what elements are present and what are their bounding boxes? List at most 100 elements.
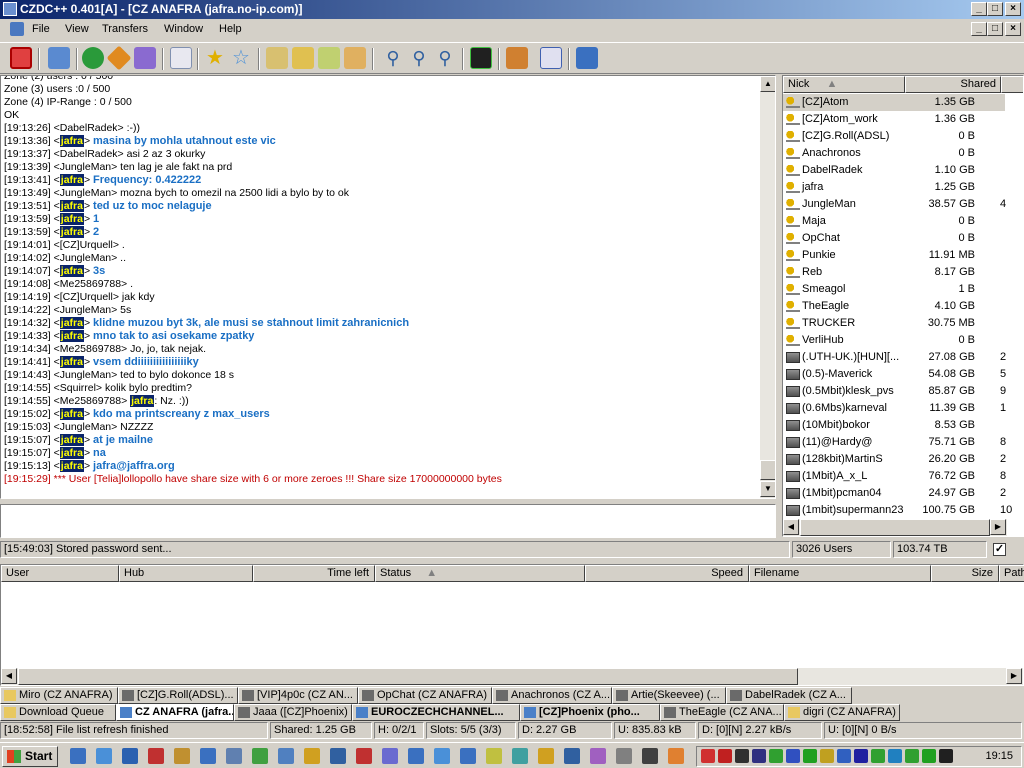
user-row[interactable]: VerliHub 0 B bbox=[783, 332, 1005, 349]
window-tab[interactable]: Miro (CZ ANAFRA) bbox=[0, 687, 118, 704]
public-hubs-icon[interactable] bbox=[48, 47, 70, 69]
tray-icon[interactable] bbox=[922, 749, 936, 763]
tray-icon[interactable] bbox=[939, 749, 953, 763]
user-row[interactable]: (1mbit)supermann23 100.75 GB 10 bbox=[783, 502, 1012, 519]
settings-icon[interactable] bbox=[540, 47, 562, 69]
menu-view[interactable]: View bbox=[65, 23, 89, 35]
user-row[interactable]: DabelRadek 1.10 GB bbox=[783, 162, 1005, 179]
app-icon[interactable] bbox=[512, 748, 528, 764]
hscroll-thumb[interactable] bbox=[18, 668, 798, 685]
user-row[interactable]: (0.6Mbs)karneval 11.39 GB 1 bbox=[783, 400, 1006, 417]
child-window-icon[interactable] bbox=[10, 22, 24, 36]
desktop-icon[interactable] bbox=[70, 748, 86, 764]
app-icon[interactable] bbox=[590, 748, 606, 764]
window-tab[interactable]: DabelRadek (CZ A... bbox=[726, 687, 852, 704]
clock[interactable]: 19:15 bbox=[985, 750, 1013, 762]
tray-icon[interactable] bbox=[786, 749, 800, 763]
pen-icon[interactable] bbox=[382, 748, 398, 764]
app-icon[interactable] bbox=[408, 748, 424, 764]
scroll-down-button[interactable]: ▼ bbox=[760, 481, 775, 497]
app-icon[interactable] bbox=[668, 748, 684, 764]
chat-nick-highlight[interactable]: jafra bbox=[59, 265, 84, 277]
notepad-icon[interactable] bbox=[576, 47, 598, 69]
app-icon[interactable] bbox=[330, 748, 346, 764]
userlist-toggle-checkbox[interactable]: ✓ bbox=[993, 543, 1006, 556]
chat-nick-highlight[interactable]: jafra bbox=[59, 434, 84, 446]
chat-nick-highlight[interactable]: jafra bbox=[130, 395, 155, 407]
scroll-left-button[interactable]: ◀ bbox=[783, 519, 799, 535]
tray-icon[interactable] bbox=[820, 749, 834, 763]
user-row[interactable]: JungleMan 38.57 GB 4 bbox=[783, 196, 1006, 213]
open-file-list-icon[interactable] bbox=[506, 47, 528, 69]
search-icon[interactable]: ⚲ bbox=[382, 47, 404, 69]
chat-nick-highlight[interactable]: jafra bbox=[59, 135, 84, 147]
user-row[interactable]: OpChat 0 B bbox=[783, 230, 1005, 247]
chat-scrollbar[interactable]: ▲ ▼ bbox=[759, 76, 775, 498]
app-icon[interactable] bbox=[278, 748, 294, 764]
tray-icon[interactable] bbox=[769, 749, 783, 763]
upload-queue-icon[interactable] bbox=[318, 47, 340, 69]
chat-nick-highlight[interactable]: jafra bbox=[59, 460, 84, 472]
column-hub[interactable]: Hub bbox=[119, 565, 253, 582]
column-path[interactable]: Path bbox=[999, 565, 1024, 582]
tray-icon[interactable] bbox=[837, 749, 851, 763]
scroll-right-button[interactable]: ▶ bbox=[990, 519, 1006, 535]
column-time-left[interactable]: Time left bbox=[253, 565, 375, 582]
user-row[interactable]: Maja 0 B bbox=[783, 213, 1005, 230]
tray-icon[interactable] bbox=[803, 749, 817, 763]
download-queue-icon[interactable] bbox=[266, 47, 288, 69]
user-row[interactable]: TRUCKER 30.75 MB bbox=[783, 315, 1005, 332]
user-row[interactable]: (11)@Hardy@ 75.71 GB 8 bbox=[783, 434, 1006, 451]
tray-icon[interactable] bbox=[718, 749, 732, 763]
user-row[interactable]: (0.5)-Maverick 54.08 GB 5 bbox=[783, 366, 1006, 383]
transfers-panel[interactable]: User Hub Time left Status ▲ Speed Filena… bbox=[0, 564, 1024, 686]
start-button[interactable]: Start bbox=[2, 746, 58, 767]
transfers-hscrollbar[interactable]: ◀ ▶ bbox=[1, 668, 1023, 685]
app-icon[interactable] bbox=[616, 748, 632, 764]
save-icon[interactable] bbox=[356, 748, 372, 764]
chat-nick-highlight[interactable]: jafra bbox=[59, 330, 84, 342]
menu-window[interactable]: Window bbox=[164, 23, 203, 35]
window-tab[interactable]: Anachronos (CZ A... bbox=[492, 687, 612, 704]
window-tab[interactable]: digri (CZ ANAFRA) bbox=[784, 704, 900, 721]
window-tab[interactable]: EUROCZECHCHANNEL... bbox=[352, 704, 520, 721]
userlist-hscrollbar[interactable]: ◀ ▶ bbox=[783, 519, 1007, 536]
reconnect-icon[interactable] bbox=[82, 47, 104, 69]
column-shared[interactable]: Shared bbox=[905, 76, 1001, 93]
finished-downloads-icon[interactable] bbox=[292, 47, 314, 69]
chat-nick-highlight[interactable]: jafra bbox=[59, 356, 84, 368]
ie-icon[interactable] bbox=[96, 748, 112, 764]
ie-icon[interactable] bbox=[460, 748, 476, 764]
column-nick[interactable]: Nick ▲ bbox=[783, 76, 905, 93]
minimize-button[interactable]: _ bbox=[971, 2, 987, 16]
user-row[interactable]: Punkie 11.91 MB bbox=[783, 247, 1005, 264]
column-filename[interactable]: Filename bbox=[749, 565, 931, 582]
chat-nick-highlight[interactable]: jafra bbox=[59, 408, 84, 420]
network-stats-icon[interactable] bbox=[470, 47, 492, 69]
finished-uploads-icon[interactable] bbox=[344, 47, 366, 69]
user-row[interactable]: [CZ]G.Roll(ADSL) 0 B bbox=[783, 128, 1005, 145]
window-tab[interactable]: Download Queue bbox=[0, 704, 116, 721]
app-icon[interactable] bbox=[538, 748, 554, 764]
pen-icon[interactable] bbox=[174, 748, 190, 764]
close-button[interactable]: × bbox=[1005, 2, 1021, 16]
user-row[interactable]: (1Mbit)pcman04 24.97 GB 2 bbox=[783, 485, 1006, 502]
user-row[interactable]: TheEagle 4.10 GB bbox=[783, 298, 1005, 315]
maximize-button[interactable]: □ bbox=[987, 2, 1003, 16]
column-size[interactable]: Size bbox=[931, 565, 999, 582]
title-bar[interactable]: CZDC++ 0.401[A] - [CZ ANAFRA (jafra.no-i… bbox=[0, 0, 1024, 19]
column-speed[interactable]: Speed bbox=[585, 565, 749, 582]
user-row[interactable]: [CZ]Atom_work 1.36 GB bbox=[783, 111, 1005, 128]
app-icon[interactable] bbox=[252, 748, 268, 764]
tray-icon[interactable] bbox=[888, 749, 902, 763]
chat-nick-highlight[interactable]: jafra bbox=[59, 226, 84, 238]
app-icon[interactable] bbox=[564, 748, 580, 764]
column-status[interactable]: Status ▲ bbox=[375, 565, 585, 582]
scroll-left-button[interactable]: ◀ bbox=[1, 668, 17, 684]
tray-icon[interactable] bbox=[905, 749, 919, 763]
tray-icon[interactable] bbox=[854, 749, 868, 763]
user-row[interactable]: Smeagol 1 B bbox=[783, 281, 1005, 298]
app-icon[interactable] bbox=[226, 748, 242, 764]
user-row[interactable]: (1Mbit)A_x_L 76.72 GB 8 bbox=[783, 468, 1006, 485]
chat-nick-highlight[interactable]: jafra bbox=[59, 174, 84, 186]
